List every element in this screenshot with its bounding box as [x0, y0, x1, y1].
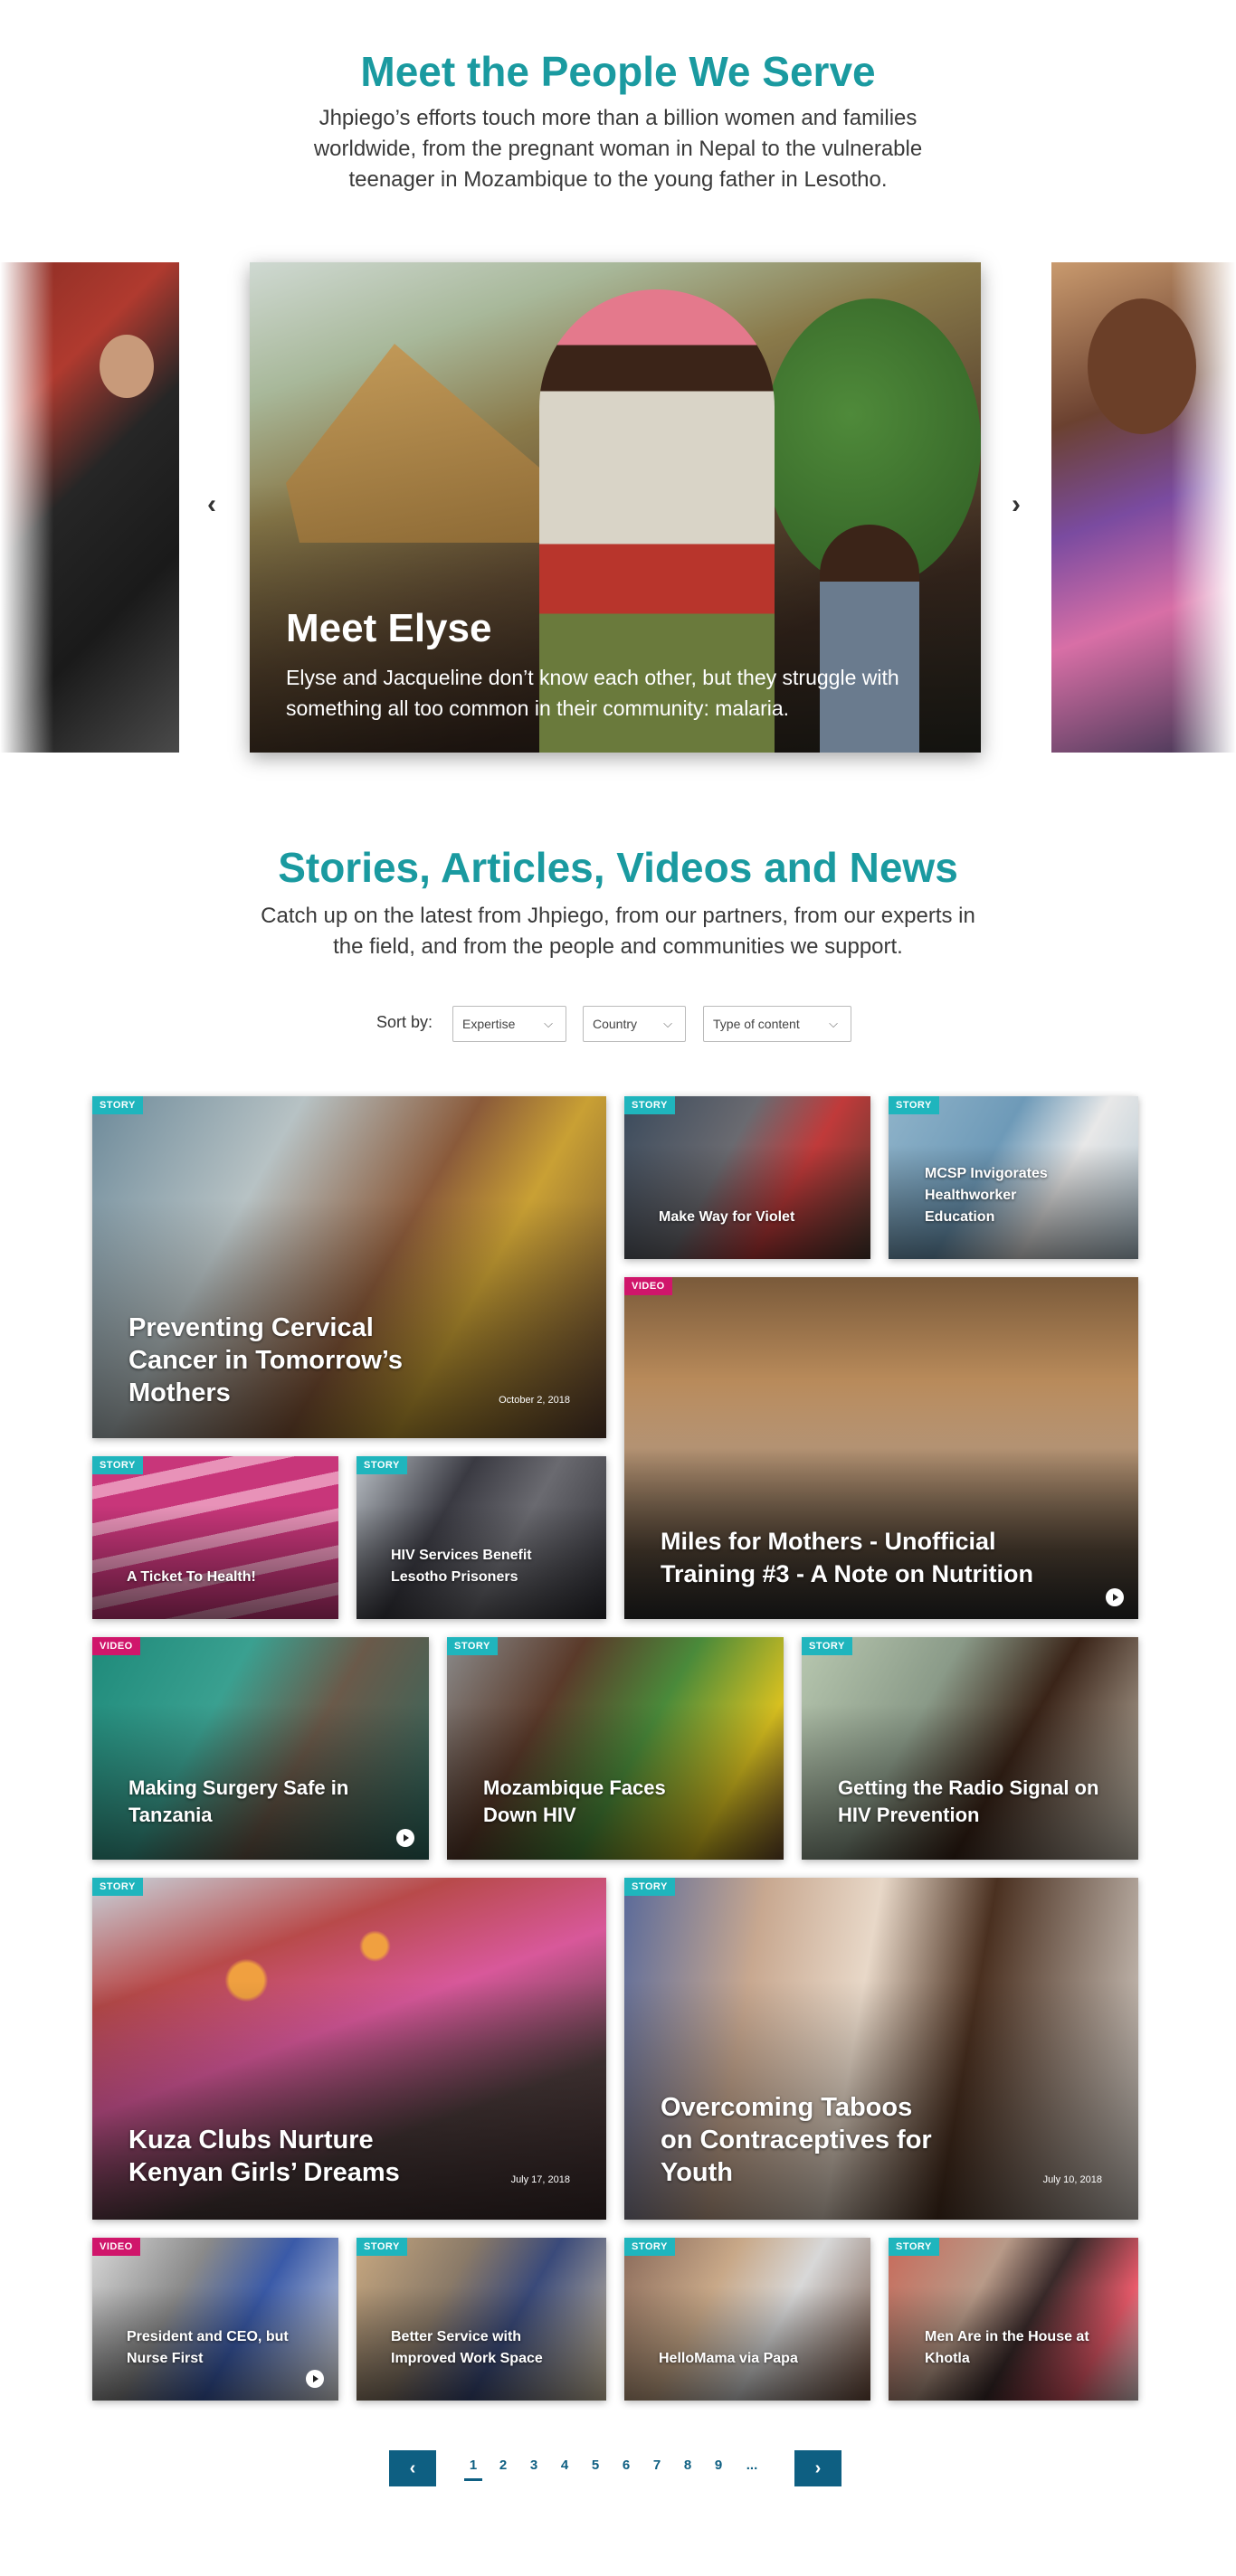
chevron-down-icon: ⌵ [544, 1017, 553, 1030]
chevron-right-icon: › [814, 2458, 822, 2478]
select-value: Expertise [462, 1017, 516, 1031]
video-card[interactable]: VIDEO Making Surgery Safe in Tanzania [92, 1637, 429, 1860]
chevron-left-icon[interactable]: ‹ [202, 491, 222, 518]
card-date: July 17, 2018 [510, 2174, 570, 2185]
story-badge: STORY [889, 2238, 939, 2256]
story-badge: STORY [802, 1637, 852, 1655]
card-shade [624, 2238, 870, 2401]
story-card[interactable]: STORY Men Are in the House at Khotla [889, 2238, 1138, 2401]
story-card[interactable]: STORY Make Way for Violet [624, 1096, 870, 1259]
card-title: HelloMama via Papa [659, 2351, 798, 2366]
card-shade [92, 2238, 338, 2401]
story-badge: STORY [92, 1096, 143, 1114]
card-shade [357, 2238, 606, 2401]
pagination-next-button[interactable]: › [794, 2450, 841, 2486]
card-title: Better Service with Improved Work Space [391, 2329, 543, 2366]
story-card[interactable]: STORY A Ticket To Health! [92, 1456, 338, 1619]
card-date: October 2, 2018 [499, 1395, 570, 1406]
card-title: Overcoming Taboos on Contraceptives for … [661, 2093, 932, 2187]
play-icon[interactable] [306, 2370, 324, 2388]
sort-label: Sort by: [376, 1013, 433, 1031]
story-card[interactable]: STORY Overcoming Taboos on Contraceptive… [624, 1878, 1138, 2220]
video-badge: VIDEO [92, 2238, 140, 2256]
story-badge: STORY [92, 1878, 143, 1896]
story-badge: STORY [357, 2238, 407, 2256]
story-badge: STORY [624, 2238, 675, 2256]
page-link-4[interactable]: 4 [556, 2458, 574, 2473]
card-title: A Ticket To Health! [127, 1569, 256, 1585]
select-value: Country [593, 1017, 638, 1031]
country-select[interactable]: Country ⌵ [583, 1006, 686, 1042]
page-link-9[interactable]: 9 [709, 2458, 727, 2473]
story-card[interactable]: STORY HelloMama via Papa [624, 2238, 870, 2401]
slide-photo [1088, 298, 1196, 434]
story-card[interactable]: STORY Kuza Clubs Nurture Kenyan Girls’ D… [92, 1878, 606, 2220]
page-link-1[interactable]: 1 [464, 2458, 482, 2481]
slide-photo [100, 335, 154, 398]
content-type-select[interactable]: Type of content ⌵ [703, 1006, 851, 1042]
card-title: Miles for Mothers - Unofficial Training … [661, 1528, 1033, 1587]
card-title: HIV Services Benefit Lesotho Prisoners [391, 1548, 532, 1585]
page-link-3[interactable]: 3 [525, 2458, 543, 2473]
card-shade [624, 1096, 870, 1259]
select-value: Type of content [713, 1017, 800, 1031]
story-card[interactable]: STORY Getting the Radio Signal on HIV Pr… [802, 1637, 1138, 1860]
card-title: Mozambique Faces Down HIV [483, 1776, 666, 1826]
slide-title: Meet Elyse [286, 606, 492, 650]
video-badge: VIDEO [92, 1637, 140, 1655]
page-ellipsis[interactable]: ... [740, 2458, 764, 2473]
expertise-select[interactable]: Expertise ⌵ [452, 1006, 566, 1042]
page-link-6[interactable]: 6 [617, 2458, 635, 2473]
story-badge: STORY [624, 1878, 675, 1896]
story-badge: STORY [447, 1637, 498, 1655]
card-shade [92, 1456, 338, 1619]
stories-subtitle: Catch up on the latest from Jhpiego, fro… [261, 904, 975, 959]
story-badge: STORY [624, 1096, 675, 1114]
slide-description: Elyse and Jacqueline don’t know each oth… [286, 666, 899, 720]
slide-photo-hut [286, 344, 557, 543]
card-title: Getting the Radio Signal on HIV Preventi… [838, 1776, 1099, 1826]
page-link-7[interactable]: 7 [648, 2458, 666, 2473]
stories-title: Stories, Articles, Videos and News [278, 844, 958, 891]
video-badge: VIDEO [624, 1277, 672, 1295]
play-icon[interactable] [1106, 1588, 1124, 1606]
story-badge: STORY [889, 1096, 939, 1114]
card-shade [889, 2238, 1138, 2401]
card-title: Men Are in the House at Khotla [925, 2329, 1089, 2366]
card-title: President and CEO, but Nurse First [127, 2329, 289, 2366]
page-link-2[interactable]: 2 [494, 2458, 512, 2473]
story-card[interactable]: STORY Preventing Cervical Cancer in Tomo… [92, 1096, 606, 1438]
card-title: MCSP Invigorates Healthworker Education [925, 1166, 1048, 1225]
card-date: July 10, 2018 [1042, 2174, 1102, 2185]
story-card[interactable]: STORY Better Service with Improved Work … [357, 2238, 606, 2401]
hero-title: Meet the People We Serve [360, 48, 876, 95]
story-badge: STORY [92, 1456, 143, 1474]
chevron-right-icon[interactable]: › [1006, 491, 1026, 518]
play-icon[interactable] [396, 1829, 414, 1847]
video-card[interactable]: VIDEO President and CEO, but Nurse First [92, 2238, 338, 2401]
pagination-prev-button[interactable]: ‹ [389, 2450, 436, 2486]
carousel-next-slide[interactable] [1051, 262, 1236, 753]
story-badge: STORY [357, 1456, 407, 1474]
chevron-down-icon: ⌵ [829, 1017, 838, 1030]
card-title: Preventing Cervical Cancer in Tomorrow’s… [128, 1313, 403, 1407]
story-card[interactable]: STORY MCSP Invigorates Healthworker Educ… [889, 1096, 1138, 1259]
page-link-5[interactable]: 5 [586, 2458, 604, 2473]
story-card[interactable]: STORY HIV Services Benefit Lesotho Priso… [357, 1456, 606, 1619]
chevron-down-icon: ⌵ [663, 1017, 672, 1030]
page-link-8[interactable]: 8 [679, 2458, 697, 2473]
card-title: Making Surgery Safe in Tanzania [128, 1776, 349, 1826]
card-title: Make Way for Violet [659, 1209, 795, 1225]
carousel-active-slide[interactable]: Meet Elyse Elyse and Jacqueline don’t kn… [250, 262, 981, 753]
story-card[interactable]: STORY Mozambique Faces Down HIV [447, 1637, 784, 1860]
hero-subtitle: Jhpiego’s efforts touch more than a bill… [313, 106, 923, 192]
card-title: Kuza Clubs Nurture Kenyan Girls’ Dreams [128, 2126, 400, 2187]
card-shade [357, 1456, 606, 1619]
chevron-left-icon: ‹ [409, 2458, 416, 2478]
video-card[interactable]: VIDEO Miles for Mothers - Unofficial Tra… [624, 1277, 1138, 1619]
carousel-prev-slide[interactable] [0, 262, 179, 753]
